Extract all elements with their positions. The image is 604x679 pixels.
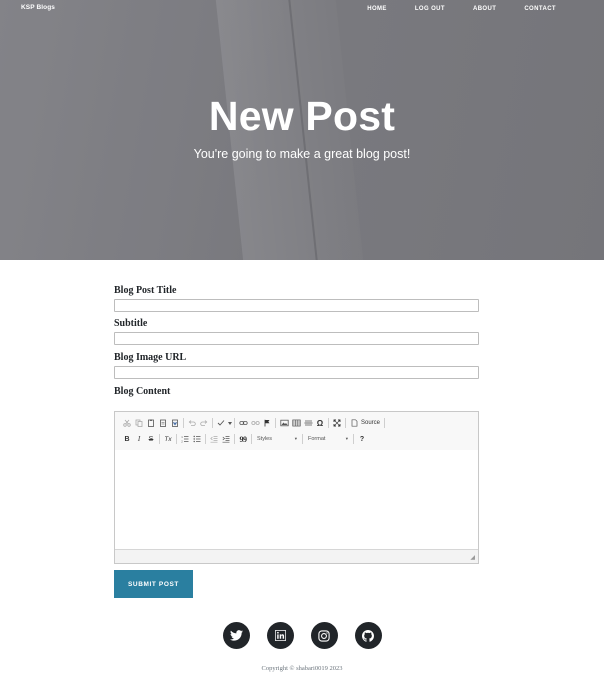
image-url-label: Blog Image URL: [114, 352, 187, 363]
github-icon: [362, 629, 374, 642]
outdent-icon[interactable]: [208, 433, 220, 445]
image-icon[interactable]: [278, 417, 290, 429]
editor-status-bar: ◢: [115, 549, 478, 563]
title-label: Blog Post Title: [114, 285, 177, 296]
horizontal-line-icon[interactable]: [302, 417, 314, 429]
nav-contact[interactable]: CONTACT: [524, 6, 556, 12]
paste-text-icon[interactable]: [157, 417, 169, 429]
instagram-icon: [318, 629, 330, 642]
table-icon[interactable]: [290, 417, 302, 429]
link-icon[interactable]: [237, 417, 249, 429]
bold-button[interactable]: B: [121, 433, 133, 445]
styles-dropdown-label: Styles: [257, 436, 272, 442]
paste-word-icon[interactable]: [169, 417, 181, 429]
toolbar-separator: [183, 418, 184, 428]
copy-icon[interactable]: [133, 417, 145, 429]
brand-logo[interactable]: KSP Blogs: [21, 4, 55, 11]
main-nav: HOME LOG OUT ABOUT CONTACT: [339, 6, 556, 12]
format-dropdown-label: Format: [308, 436, 326, 442]
image-url-input[interactable]: [114, 366, 479, 379]
undo-icon[interactable]: [186, 417, 198, 429]
toolbar-separator: [176, 434, 177, 444]
toolbar-separator: [234, 418, 235, 428]
submit-post-button[interactable]: SUBMIT POST: [114, 570, 193, 598]
toolbar-separator: [159, 434, 160, 444]
page-header: KSP Blogs HOME LOG OUT ABOUT CONTACT New…: [0, 0, 604, 260]
toolbar-separator: [328, 418, 329, 428]
indent-icon[interactable]: [220, 433, 232, 445]
new-post-form: Blog Post Title Subtitle Blog Image URL …: [114, 285, 479, 397]
social-links: [0, 622, 604, 649]
svg-text:2: 2: [181, 440, 183, 444]
linkedin-link[interactable]: [266, 622, 294, 649]
source-icon[interactable]: [348, 417, 360, 429]
toolbar-separator: [384, 418, 386, 428]
bulleted-list-icon[interactable]: [191, 433, 203, 445]
content-label: Blog Content: [114, 386, 171, 397]
redo-icon[interactable]: [198, 417, 210, 429]
special-char-icon[interactable]: Ω: [314, 417, 326, 429]
nav-about[interactable]: ABOUT: [473, 6, 496, 12]
twitter-link[interactable]: [222, 622, 250, 649]
unlink-icon[interactable]: [249, 417, 261, 429]
help-button[interactable]: ?: [356, 433, 368, 445]
paste-icon[interactable]: [145, 417, 157, 429]
styles-dropdown[interactable]: Styles ▾: [255, 434, 299, 445]
maximize-icon[interactable]: [331, 417, 343, 429]
nav-home[interactable]: HOME: [367, 6, 387, 12]
numbered-list-icon[interactable]: 12: [179, 433, 191, 445]
subtitle-input[interactable]: [114, 332, 479, 345]
toolbar-separator: [205, 434, 206, 444]
toolbar-separator: [345, 418, 346, 428]
linkedin-icon: [274, 630, 286, 641]
spellcheck-dropdown-icon[interactable]: [227, 417, 232, 429]
toolbar-separator: [275, 418, 276, 428]
rich-text-editor: Ω Source B I S Tx 12 99 Styles ▾ Format …: [114, 411, 479, 564]
toolbar-separator: [234, 434, 235, 444]
source-button[interactable]: Source: [361, 420, 380, 426]
toolbar-separator: [212, 418, 213, 428]
subtitle-label: Subtitle: [114, 318, 148, 329]
chevron-down-icon: ▾: [294, 436, 297, 441]
toolbar-separator: [302, 434, 303, 444]
page-subtitle: You're going to make a great blog post!: [193, 147, 411, 161]
italic-button[interactable]: I: [133, 433, 145, 445]
editor-content-area[interactable]: [115, 450, 478, 550]
blockquote-button[interactable]: 99: [237, 433, 249, 445]
spellcheck-icon[interactable]: [215, 417, 227, 429]
title-input[interactable]: [114, 299, 479, 312]
cut-icon[interactable]: [121, 417, 133, 429]
twitter-icon: [229, 630, 243, 641]
strikethrough-button[interactable]: S: [145, 433, 157, 445]
toolbar-separator: [353, 434, 354, 444]
nav-logout[interactable]: LOG OUT: [415, 6, 445, 12]
format-dropdown[interactable]: Format ▾: [306, 434, 350, 445]
editor-toolbar: Ω Source B I S Tx 12 99 Styles ▾ Format …: [115, 412, 478, 451]
chevron-down-icon: ▾: [345, 436, 348, 441]
svg-text:1: 1: [181, 435, 183, 439]
copyright-text: Copyright © shabari0019 2023: [261, 665, 343, 672]
toolbar-row-2: B I S Tx 12 99 Styles ▾ Format ▾ ?: [121, 432, 368, 446]
remove-format-button[interactable]: Tx: [162, 433, 174, 445]
resize-handle-icon[interactable]: ◢: [470, 554, 475, 561]
anchor-flag-icon[interactable]: [261, 417, 273, 429]
toolbar-separator: [251, 434, 252, 444]
github-link[interactable]: [354, 622, 382, 649]
page-title: New Post: [208, 93, 396, 139]
instagram-link[interactable]: [310, 622, 338, 649]
toolbar-row-1: Ω Source: [121, 416, 387, 430]
